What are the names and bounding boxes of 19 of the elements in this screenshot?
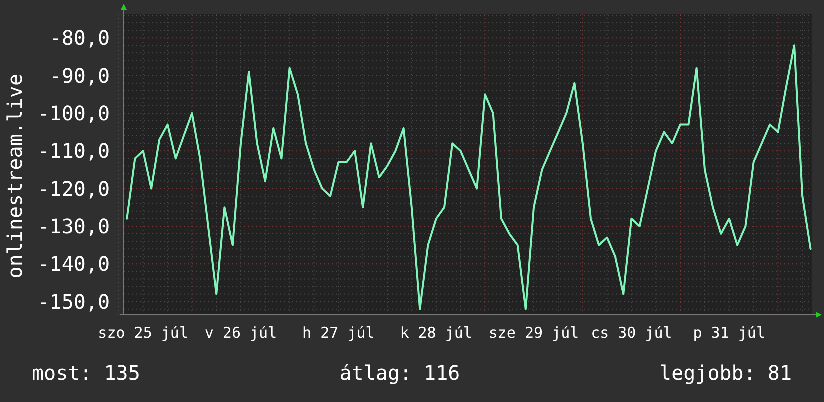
stat-text: átlag: 116 (340, 360, 460, 387)
x-tick-label: cs 30 júl (591, 324, 672, 342)
x-tick-label: v 26 júl (204, 324, 278, 342)
y-tick-label: -130,0 (38, 214, 110, 238)
y-tick-label: -90,0 (50, 64, 110, 88)
stat-text: legjobb: 81 (660, 360, 792, 387)
x-tick-label: k 28 júl (400, 324, 472, 342)
y-axis-title: onlinestream.live (5, 74, 25, 278)
y-tick-label: -100,0 (38, 101, 110, 126)
y-tick-label: -80,0 (50, 26, 110, 50)
x-tick-label: szo 25 júl (98, 324, 188, 342)
y-tick-label: -140,0 (38, 252, 110, 276)
y-tick-label: -110,0 (38, 139, 110, 164)
x-tick-label: p 31 júl (693, 324, 766, 342)
y-tick-label: -150,0 (38, 290, 110, 314)
x-tick-label: h 27 júl (302, 324, 375, 342)
y-tick-label: -120,0 (38, 176, 110, 201)
stat-text: most: 135 (32, 360, 140, 387)
x-tick-label: sze 29 júl (488, 324, 580, 342)
